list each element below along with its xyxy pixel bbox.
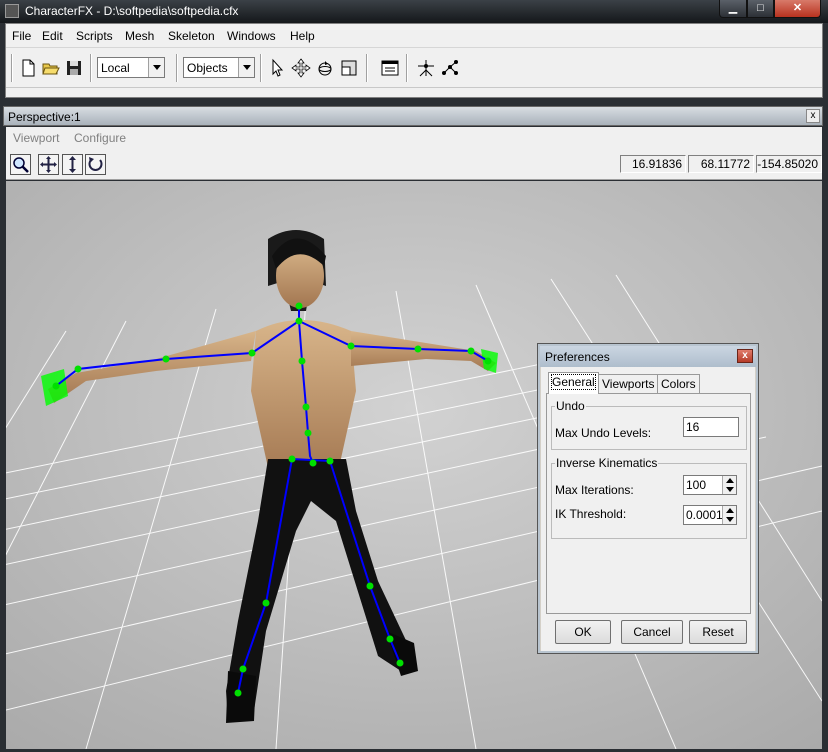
- coord-x: 16.91836: [620, 155, 686, 173]
- menu-windows[interactable]: Windows: [227, 29, 276, 43]
- toolbar-status-strip: [6, 87, 822, 97]
- undo-group-label: Undo: [555, 399, 586, 413]
- max-undo-label: Max Undo Levels:: [555, 426, 652, 440]
- cancel-button[interactable]: Cancel: [621, 620, 683, 644]
- select-arrow-icon[interactable]: [266, 57, 288, 79]
- max-iterations-input[interactable]: 100: [683, 475, 737, 495]
- menu-viewport[interactable]: Viewport: [13, 131, 59, 145]
- title-bar: CharacterFX - D:\softpedia\softpedia.cfx…: [0, 0, 828, 23]
- scale-icon[interactable]: [338, 57, 360, 79]
- toolbar-separator: [176, 54, 178, 82]
- move-icon[interactable]: [290, 57, 312, 79]
- tab-colors[interactable]: Colors: [657, 374, 700, 393]
- menu-bar: File Edit Scripts Mesh Skeleton Windows …: [6, 26, 822, 46]
- coord-space-value: Local: [101, 61, 130, 75]
- preferences-dialog: Preferences x General Viewports Colors U…: [538, 344, 758, 653]
- orbit-icon[interactable]: [85, 154, 106, 175]
- undo-group: Undo Max Undo Levels: 16: [551, 399, 747, 450]
- close-button[interactable]: ✕: [774, 0, 821, 18]
- max-iterations-spinner[interactable]: [722, 476, 736, 494]
- max-iterations-label: Max Iterations:: [555, 483, 634, 497]
- top-band: File Edit Scripts Mesh Skeleton Windows …: [5, 23, 823, 98]
- ik-threshold-value: 0.0001: [686, 508, 723, 522]
- toolbar-separator: [406, 54, 408, 82]
- viewport-icon[interactable]: [379, 57, 401, 79]
- tab-colors-label: Colors: [661, 377, 696, 391]
- selection-mode-value: Objects: [187, 61, 228, 75]
- preferences-title-bar: Preferences x: [540, 346, 756, 367]
- app-icon: [5, 4, 19, 18]
- menu-file[interactable]: File: [12, 29, 31, 43]
- perspective-menu-bar: Viewport Configure: [6, 127, 822, 148]
- selection-mode-select[interactable]: Objects: [183, 57, 255, 78]
- tab-viewports-label: Viewports: [602, 377, 655, 391]
- coord-space-select[interactable]: Local: [97, 57, 165, 78]
- menu-configure[interactable]: Configure: [74, 131, 126, 145]
- pan-icon[interactable]: [38, 154, 59, 175]
- max-undo-input[interactable]: 16: [683, 417, 739, 437]
- app-window: CharacterFX - D:\softpedia\softpedia.cfx…: [0, 0, 828, 752]
- preferences-body: General Viewports Colors Undo Max Undo L…: [541, 367, 755, 651]
- reset-button[interactable]: Reset: [689, 620, 747, 644]
- toolbar-separator: [90, 54, 92, 82]
- open-folder-icon[interactable]: [40, 57, 62, 79]
- maximize-button[interactable]: □: [747, 0, 774, 18]
- main-toolbar: Local Objects: [6, 47, 822, 85]
- toolbar-separator: [11, 54, 13, 82]
- menu-scripts[interactable]: Scripts: [76, 29, 113, 43]
- tab-general[interactable]: General: [548, 372, 599, 394]
- coord-y: 68.11772: [688, 155, 754, 173]
- tab-general-label: General: [551, 374, 596, 390]
- menu-skeleton[interactable]: Skeleton: [168, 29, 215, 43]
- ik-threshold-spinner[interactable]: [722, 506, 736, 524]
- tab-viewports[interactable]: Viewports: [598, 374, 659, 393]
- menu-mesh[interactable]: Mesh: [125, 29, 154, 43]
- perspective-title: Perspective:1: [8, 110, 81, 124]
- menu-help[interactable]: Help: [290, 29, 315, 43]
- ik-threshold-label: IK Threshold:: [555, 507, 627, 521]
- general-tab-panel: Undo Max Undo Levels: 16 Inverse Kinemat…: [546, 393, 751, 614]
- minimize-button[interactable]: ▁: [719, 0, 747, 18]
- toolbar-separator: [260, 54, 262, 82]
- window-title: CharacterFX - D:\softpedia\softpedia.cfx: [25, 4, 239, 18]
- ik-threshold-input[interactable]: 0.0001: [683, 505, 737, 525]
- chevron-down-icon: [238, 58, 254, 77]
- coord-z: -154.85020: [756, 155, 822, 173]
- bone-node-icon[interactable]: [415, 57, 437, 79]
- ok-button[interactable]: OK: [555, 620, 611, 644]
- chevron-down-icon: [148, 58, 164, 77]
- new-file-icon[interactable]: [17, 57, 39, 79]
- perspective-title-bar: Perspective:1 x: [3, 106, 823, 126]
- menu-edit[interactable]: Edit: [42, 29, 63, 43]
- zoom-icon[interactable]: [10, 154, 31, 175]
- preferences-title: Preferences: [545, 350, 610, 364]
- toolbar-separator: [366, 54, 368, 82]
- ik-group-label: Inverse Kinematics: [555, 456, 659, 470]
- max-iterations-value: 100: [686, 478, 707, 492]
- perspective-close-button[interactable]: x: [806, 109, 820, 123]
- viewport-toolbar: 16.91836 68.11772 -154.85020: [6, 148, 822, 180]
- preferences-close-button[interactable]: x: [737, 349, 753, 363]
- ik-chain-icon[interactable]: [439, 57, 461, 79]
- rotate-icon[interactable]: [314, 57, 336, 79]
- save-icon[interactable]: [63, 57, 85, 79]
- dolly-icon[interactable]: [62, 154, 83, 175]
- inverse-kinematics-group: Inverse Kinematics Max Iterations: 100 I…: [551, 456, 747, 539]
